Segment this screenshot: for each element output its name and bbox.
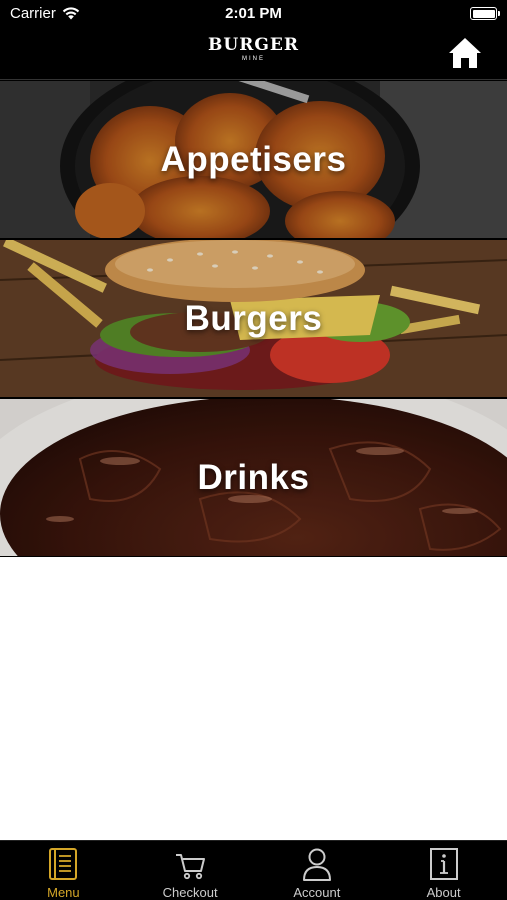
battery-icon	[470, 7, 500, 20]
tab-about[interactable]: About	[380, 841, 507, 900]
category-label: Appetisers	[160, 139, 347, 179]
tab-label: Checkout	[162, 885, 218, 900]
status-bar: Carrier 2:01 PM	[0, 0, 507, 28]
tab-account[interactable]: Account	[254, 841, 381, 900]
home-icon	[449, 38, 481, 68]
tab-menu[interactable]: Menu	[0, 841, 127, 900]
menu-book-icon	[49, 848, 78, 880]
tab-label: Menu	[47, 885, 80, 900]
home-button[interactable]	[447, 36, 483, 70]
tab-checkout[interactable]: Checkout	[127, 841, 254, 900]
tab-label: About	[426, 885, 461, 900]
tab-label: Account	[293, 885, 341, 900]
person-icon	[302, 848, 331, 881]
navigation-bar: BURGER MINE	[0, 28, 507, 80]
logo-subtext: MINE	[242, 56, 265, 62]
cart-icon	[176, 854, 206, 880]
category-tile-burgers[interactable]: Burgers	[0, 240, 507, 397]
content-area	[0, 557, 507, 840]
category-label: Drinks	[197, 457, 310, 497]
tab-bar: Menu Checkout Account About	[0, 840, 507, 900]
status-time: 2:01 PM	[225, 5, 282, 22]
category-label: Burgers	[184, 298, 323, 338]
app-logo: BURGER MINE	[0, 36, 507, 62]
category-tile-drinks[interactable]: Drinks	[0, 399, 507, 556]
category-tile-appetisers[interactable]: Appetisers	[0, 81, 507, 238]
info-icon	[429, 848, 458, 880]
logo-text: BURGER	[208, 35, 299, 55]
